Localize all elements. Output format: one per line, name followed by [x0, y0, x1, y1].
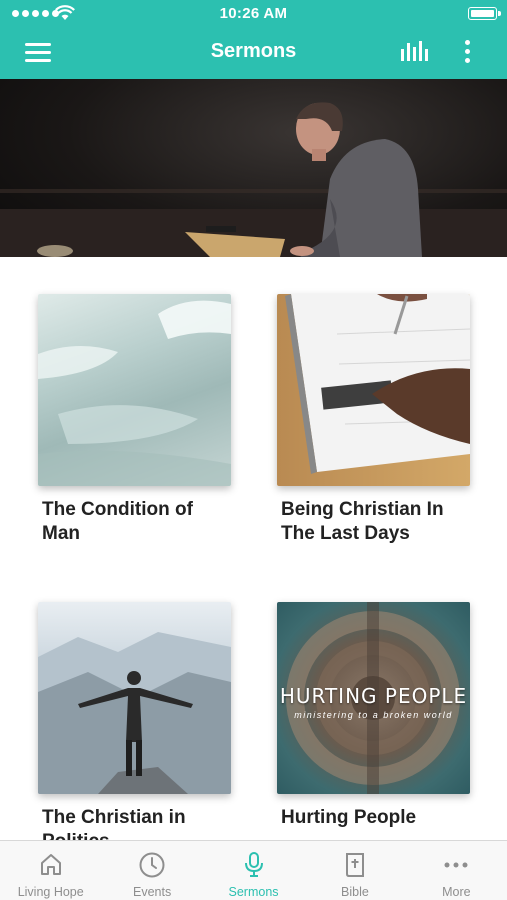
- bible-icon: [345, 853, 364, 877]
- clock-icon: [139, 852, 165, 878]
- sermon-cover-image: [38, 602, 231, 794]
- battery-icon: [468, 7, 501, 20]
- audio-bars-button[interactable]: [398, 37, 432, 67]
- tab-label: Sermons: [228, 885, 279, 899]
- sermon-card[interactable]: The Christian in Politics: [38, 602, 231, 841]
- status-time: 10:26 AM: [219, 5, 288, 22]
- more-dots-icon: [444, 862, 468, 868]
- status-bar: 10:26 AM: [0, 0, 507, 27]
- microphone-icon: [244, 852, 263, 877]
- hero-banner-image[interactable]: [0, 79, 507, 257]
- tab-label: Bible: [341, 885, 369, 899]
- home-icon: [40, 854, 61, 875]
- sermon-card[interactable]: The Condition of Man: [38, 294, 231, 546]
- tab-bible[interactable]: Bible: [304, 841, 405, 900]
- sermon-cover-image: HURTING PEOPLE ministering to a broken w…: [277, 602, 470, 794]
- tab-label: Events: [133, 885, 172, 899]
- sermon-cover-image: [277, 294, 470, 486]
- tab-living-hope[interactable]: Living Hope: [0, 841, 101, 900]
- sermon-title: The Condition of Man: [42, 499, 193, 544]
- cover-subtitle: ministering to a broken world: [294, 710, 453, 720]
- tab-events[interactable]: Events: [101, 841, 202, 900]
- tab-label: Living Hope: [17, 885, 84, 899]
- sermon-card[interactable]: Being Christian In The Last Days: [277, 294, 470, 546]
- sermon-title: Being Christian In The Last Days: [281, 499, 444, 544]
- sermon-title: The Christian in Politics: [42, 807, 186, 841]
- tab-label: More: [442, 885, 471, 899]
- cover-title: HURTING PEOPLE: [279, 684, 468, 708]
- top-bar: 10:26 AM Sermons: [0, 0, 507, 79]
- tab-more[interactable]: More: [406, 841, 507, 900]
- sermon-cover-image: [38, 294, 231, 486]
- tab-sermons[interactable]: Sermons: [203, 841, 304, 900]
- sermon-title: Hurting People: [281, 807, 417, 828]
- sermon-card[interactable]: HURTING PEOPLE ministering to a broken w…: [277, 602, 470, 830]
- navigation-bar: Sermons: [0, 27, 507, 79]
- more-options-button[interactable]: [457, 37, 479, 67]
- bottom-tab-bar: Living Hope Events Sermons Bible More: [0, 840, 507, 900]
- hamburger-menu-button[interactable]: [23, 39, 53, 65]
